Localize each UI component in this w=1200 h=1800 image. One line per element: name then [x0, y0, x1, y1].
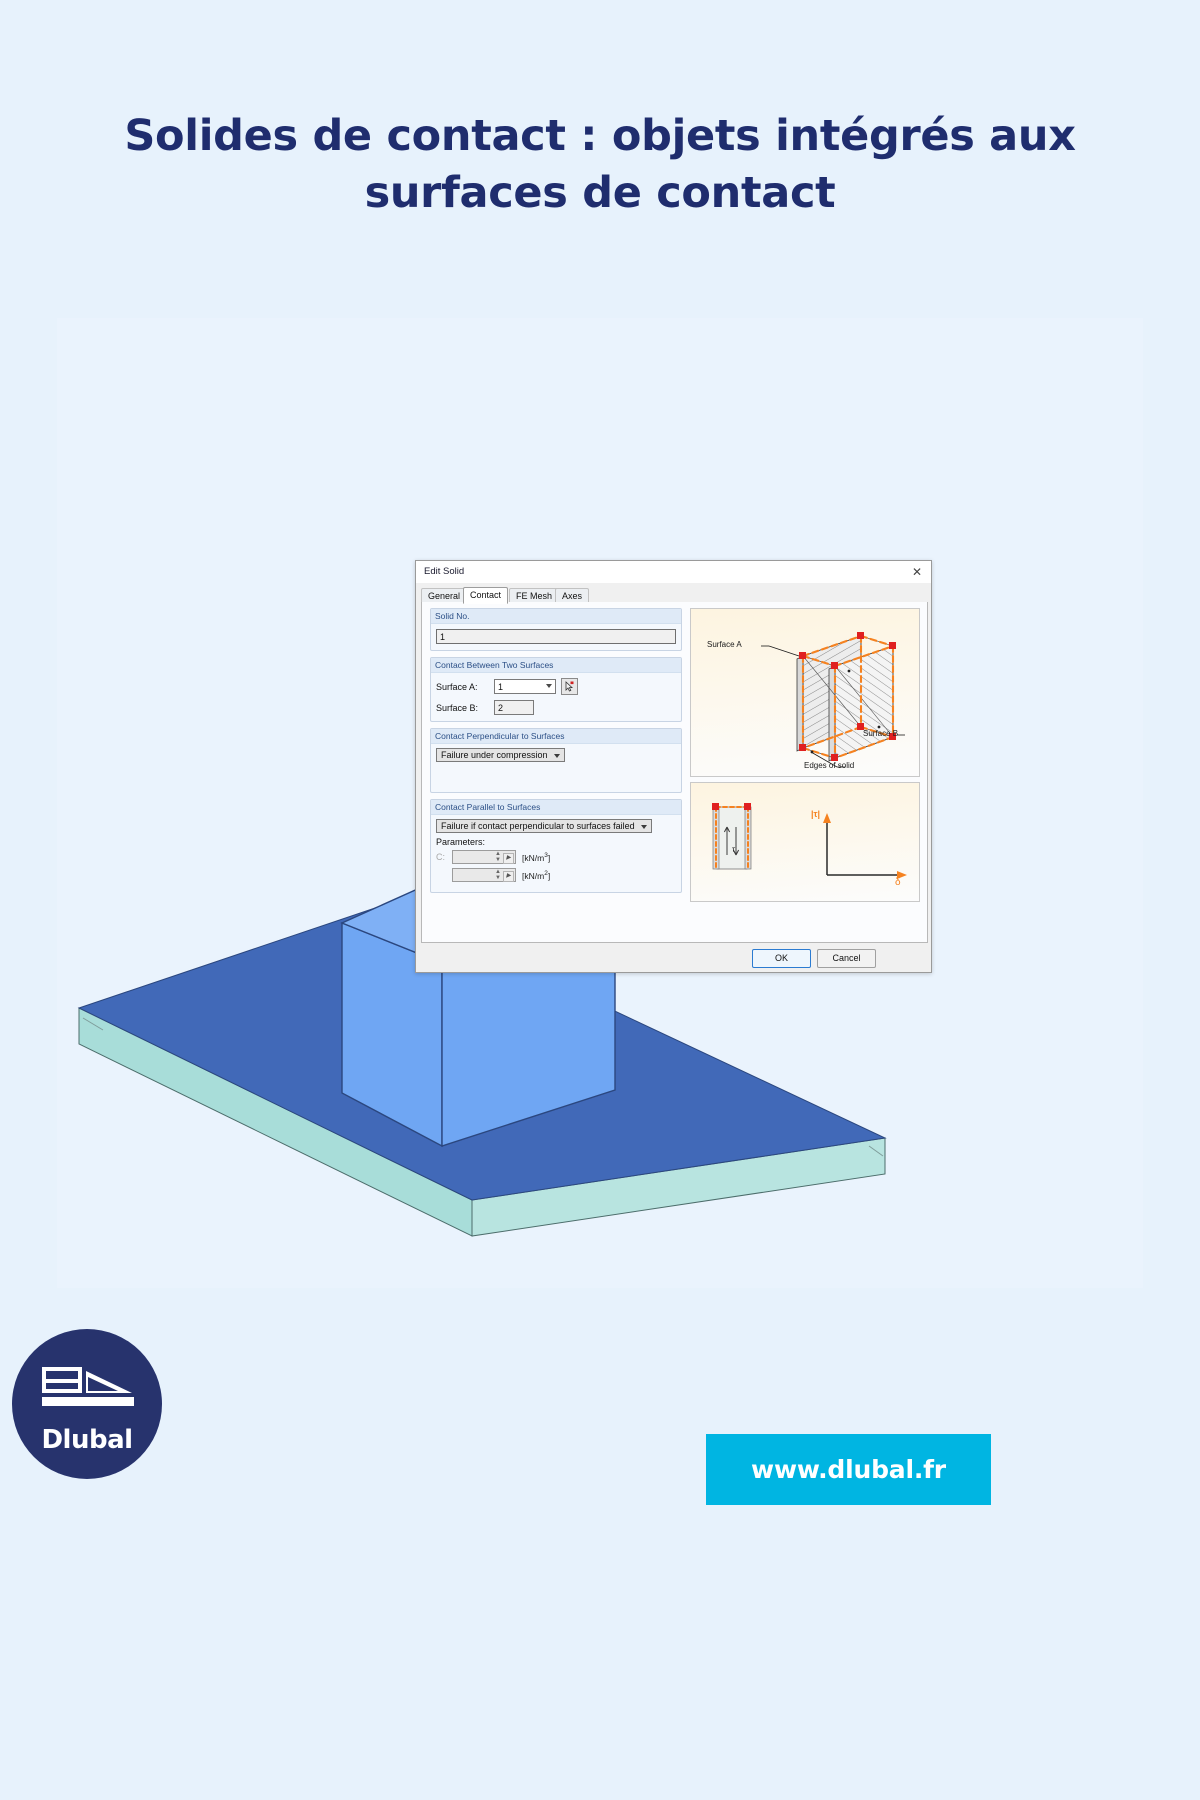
contact-form: Solid No. 1 Contact Between Two Surfaces… [430, 608, 682, 899]
solid-no-caption: Solid No. [431, 609, 681, 624]
pick-surface-button[interactable] [561, 678, 578, 695]
label-edges-of-solid: Edges of solid [804, 761, 855, 770]
surfaces-illustration-svg [761, 632, 905, 768]
chevron-down-icon [546, 684, 552, 688]
page-title-line-1: Solides de contact : objets intégrés aux [124, 111, 1076, 161]
close-icon[interactable]: ✕ [909, 565, 925, 579]
parameter-c-unit: [kN/m3] [522, 851, 551, 863]
perpendicular-spacer [436, 762, 676, 786]
website-button-label: www.dlubal.fr [751, 1455, 946, 1484]
surface-a-label: Surface A: [436, 681, 478, 692]
spinner-arrows-icon[interactable]: ▲ ▼ [493, 851, 503, 863]
bridge-truss-icon [42, 1367, 134, 1406]
contact-parallel-select[interactable]: Failure if contact perpendicular to surf… [436, 819, 652, 833]
label-surface-a: Surface A [707, 640, 742, 649]
ok-button[interactable]: OK [752, 949, 811, 968]
label-tau-element: τ [732, 845, 736, 854]
label-delta-axis: δ [895, 877, 901, 888]
contact-between-group: Contact Between Two Surfaces Surface A: … [430, 657, 682, 722]
parameter-2-unit: [kN/m2] [522, 869, 551, 881]
chevron-down-icon [640, 825, 647, 829]
label-tau-axis: |τ| [811, 809, 821, 819]
contact-perpendicular-value: Failure under compression [441, 750, 548, 760]
parameter-2-input[interactable]: ▲ ▼ ▶ [452, 868, 516, 882]
tab-fe-mesh[interactable]: FE Mesh [509, 588, 560, 603]
spinner-arrows-icon[interactable]: ▲ ▼ [493, 869, 503, 881]
contact-tab-pane: Solid No. 1 Contact Between Two Surfaces… [421, 602, 928, 943]
cancel-button[interactable]: Cancel [817, 949, 876, 968]
dialog-title: Edit Solid [424, 566, 465, 577]
parameter-2-unit-exp: 2 [544, 869, 548, 877]
surface-a-value: 1 [498, 682, 504, 692]
shear-diagram-illustration: |τ| δ τ [690, 782, 920, 902]
contact-parallel-value: Failure if contact perpendicular to surf… [441, 821, 635, 831]
parameter-c-row: C: ▲ ▼ ▶ [kN/m3] [436, 850, 676, 864]
shear-diagram-svg [712, 803, 907, 879]
parameter-c-unit-exp: 3 [544, 851, 548, 859]
label-surface-b: Surface B [863, 729, 899, 738]
parameter-c-input[interactable]: ▲ ▼ ▶ [452, 850, 516, 864]
expand-arrow-icon[interactable]: ▶ [503, 853, 514, 864]
website-button[interactable]: www.dlubal.fr [706, 1434, 991, 1505]
surfaces-illustration: Surface A Surface B Edges of solid [690, 608, 920, 777]
tabstrip: General Contact FE Mesh Axes [421, 587, 926, 604]
contact-perpendicular-group: Contact Perpendicular to Surfaces Failur… [430, 728, 682, 793]
surface-a-select[interactable]: 1 [494, 679, 556, 694]
tab-axes[interactable]: Axes [555, 588, 590, 603]
illustration-stage: Edit Solid ✕ General Contact FE Mesh Axe… [57, 318, 1143, 1288]
contact-perpendicular-caption: Contact Perpendicular to Surfaces [431, 729, 681, 744]
dialog-body: General Contact FE Mesh Axes Solid No. 1 [416, 583, 931, 972]
dialog-footer: OK Cancel [416, 944, 931, 972]
dialog-titlebar: Edit Solid ✕ [416, 561, 931, 584]
parameter-2-row: ▲ ▼ ▶ [kN/m2] [436, 868, 676, 882]
page-title-line-2: surfaces de contact [364, 168, 836, 218]
contact-parallel-caption: Contact Parallel to Surfaces [431, 800, 681, 815]
parameter-2-unit-text: [kN/m [522, 870, 545, 881]
tab-contact[interactable]: Contact [463, 587, 509, 604]
contact-perpendicular-select[interactable]: Failure under compression [436, 748, 565, 762]
parameter-c-label: C: [436, 852, 445, 862]
surface-b-row: Surface B: 2 [436, 700, 676, 715]
pick-cursor-icon [565, 681, 574, 692]
surface-a-row: Surface A: 1 [436, 678, 676, 695]
solid-no-input[interactable]: 1 [436, 629, 676, 644]
dlubal-wordmark: Dlubal [41, 1425, 133, 1455]
parameters-label: Parameters: [436, 837, 486, 847]
contact-parallel-group: Contact Parallel to Surfaces Failure if … [430, 799, 682, 893]
parameter-c-unit-text: [kN/m [522, 852, 545, 863]
solid-no-group: Solid No. 1 [430, 608, 682, 651]
surface-b-label: Surface B: [436, 702, 479, 713]
surface-b-input[interactable]: 2 [494, 700, 534, 715]
chevron-down-icon [553, 754, 560, 758]
tab-general[interactable]: General [421, 588, 468, 603]
contact-between-caption: Contact Between Two Surfaces [431, 658, 681, 673]
expand-arrow-icon[interactable]: ▶ [503, 871, 514, 882]
edit-solid-dialog[interactable]: Edit Solid ✕ General Contact FE Mesh Axe… [415, 560, 932, 973]
dlubal-logo: Dlubal [12, 1329, 162, 1479]
page-title: Solides de contact : objets intégrés aux… [0, 108, 1200, 222]
